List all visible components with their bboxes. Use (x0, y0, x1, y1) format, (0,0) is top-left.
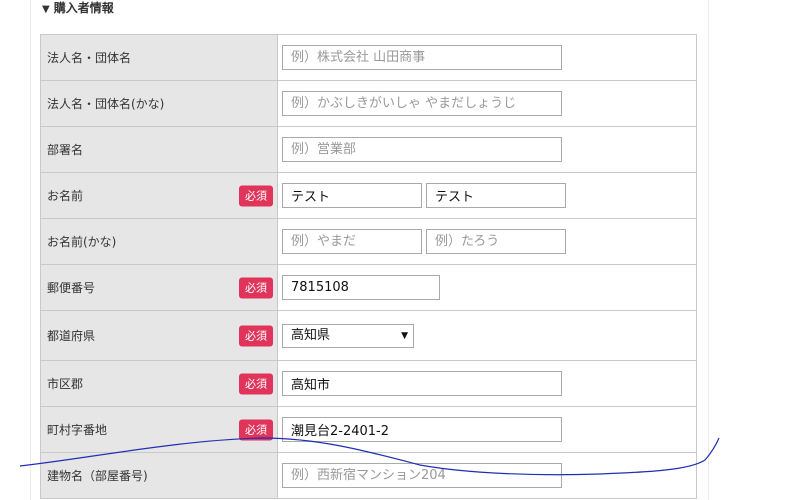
field-label: 建物名（部屋番号) (40, 452, 278, 499)
section-header[interactable]: ▼ 購入者情報 (42, 0, 114, 18)
field-label: 法人名・団体名(かな) (40, 80, 278, 127)
corp-kana-input[interactable] (282, 91, 562, 116)
form-row-prefecture: 都道府県 必須 高知県 ▼ (40, 310, 697, 361)
form-row-department: 部署名 (40, 126, 697, 173)
last-name-kana-input[interactable] (282, 229, 422, 254)
dropdown-arrow-icon: ▼ (401, 330, 408, 341)
section-title: 購入者情報 (53, 1, 114, 15)
form-row-city: 市区郡 必須 (40, 360, 697, 407)
field-label: 町村字番地 必須 (40, 406, 278, 453)
required-badge: 必須 (239, 419, 273, 440)
field-label: 市区郡 必須 (40, 360, 278, 407)
city-input[interactable] (282, 371, 562, 396)
field-label: 部署名 (40, 126, 278, 173)
triangle-down-icon: ▼ (42, 4, 50, 15)
required-badge: 必須 (239, 373, 273, 394)
form-row-corp-kana: 法人名・団体名(かな) (40, 80, 697, 127)
field-label: お名前(かな) (40, 218, 278, 265)
field-label: 都道府県 必須 (40, 310, 278, 361)
corp-name-input[interactable] (282, 45, 562, 70)
form-row-corp-name: 法人名・団体名 (40, 34, 697, 81)
prefecture-select[interactable]: 高知県 ▼ (282, 323, 414, 348)
required-badge: 必須 (239, 325, 273, 346)
last-name-input[interactable] (282, 183, 422, 208)
form-row-name: お名前 必須 (40, 172, 697, 219)
department-input[interactable] (282, 137, 562, 162)
form-row-postal: 郵便番号 必須 (40, 264, 697, 311)
buyer-info-form: 法人名・団体名 法人名・団体名(かな) 部署名 お名前必須 お名前(かな) 郵便… (40, 34, 697, 499)
required-badge: 必須 (239, 185, 273, 206)
address-input[interactable] (282, 417, 562, 442)
postal-code-input[interactable] (282, 275, 440, 300)
form-row-building: 建物名（部屋番号) (40, 452, 697, 499)
field-label: 法人名・団体名 (40, 34, 278, 81)
first-name-kana-input[interactable] (426, 229, 566, 254)
field-label: お名前 必須 (40, 172, 278, 219)
form-row-address: 町村字番地 必須 (40, 406, 697, 453)
first-name-input[interactable] (426, 183, 566, 208)
building-input[interactable] (282, 463, 562, 488)
required-badge: 必須 (239, 277, 273, 298)
form-row-name-kana: お名前(かな) (40, 218, 697, 265)
field-label: 郵便番号 必須 (40, 264, 278, 311)
